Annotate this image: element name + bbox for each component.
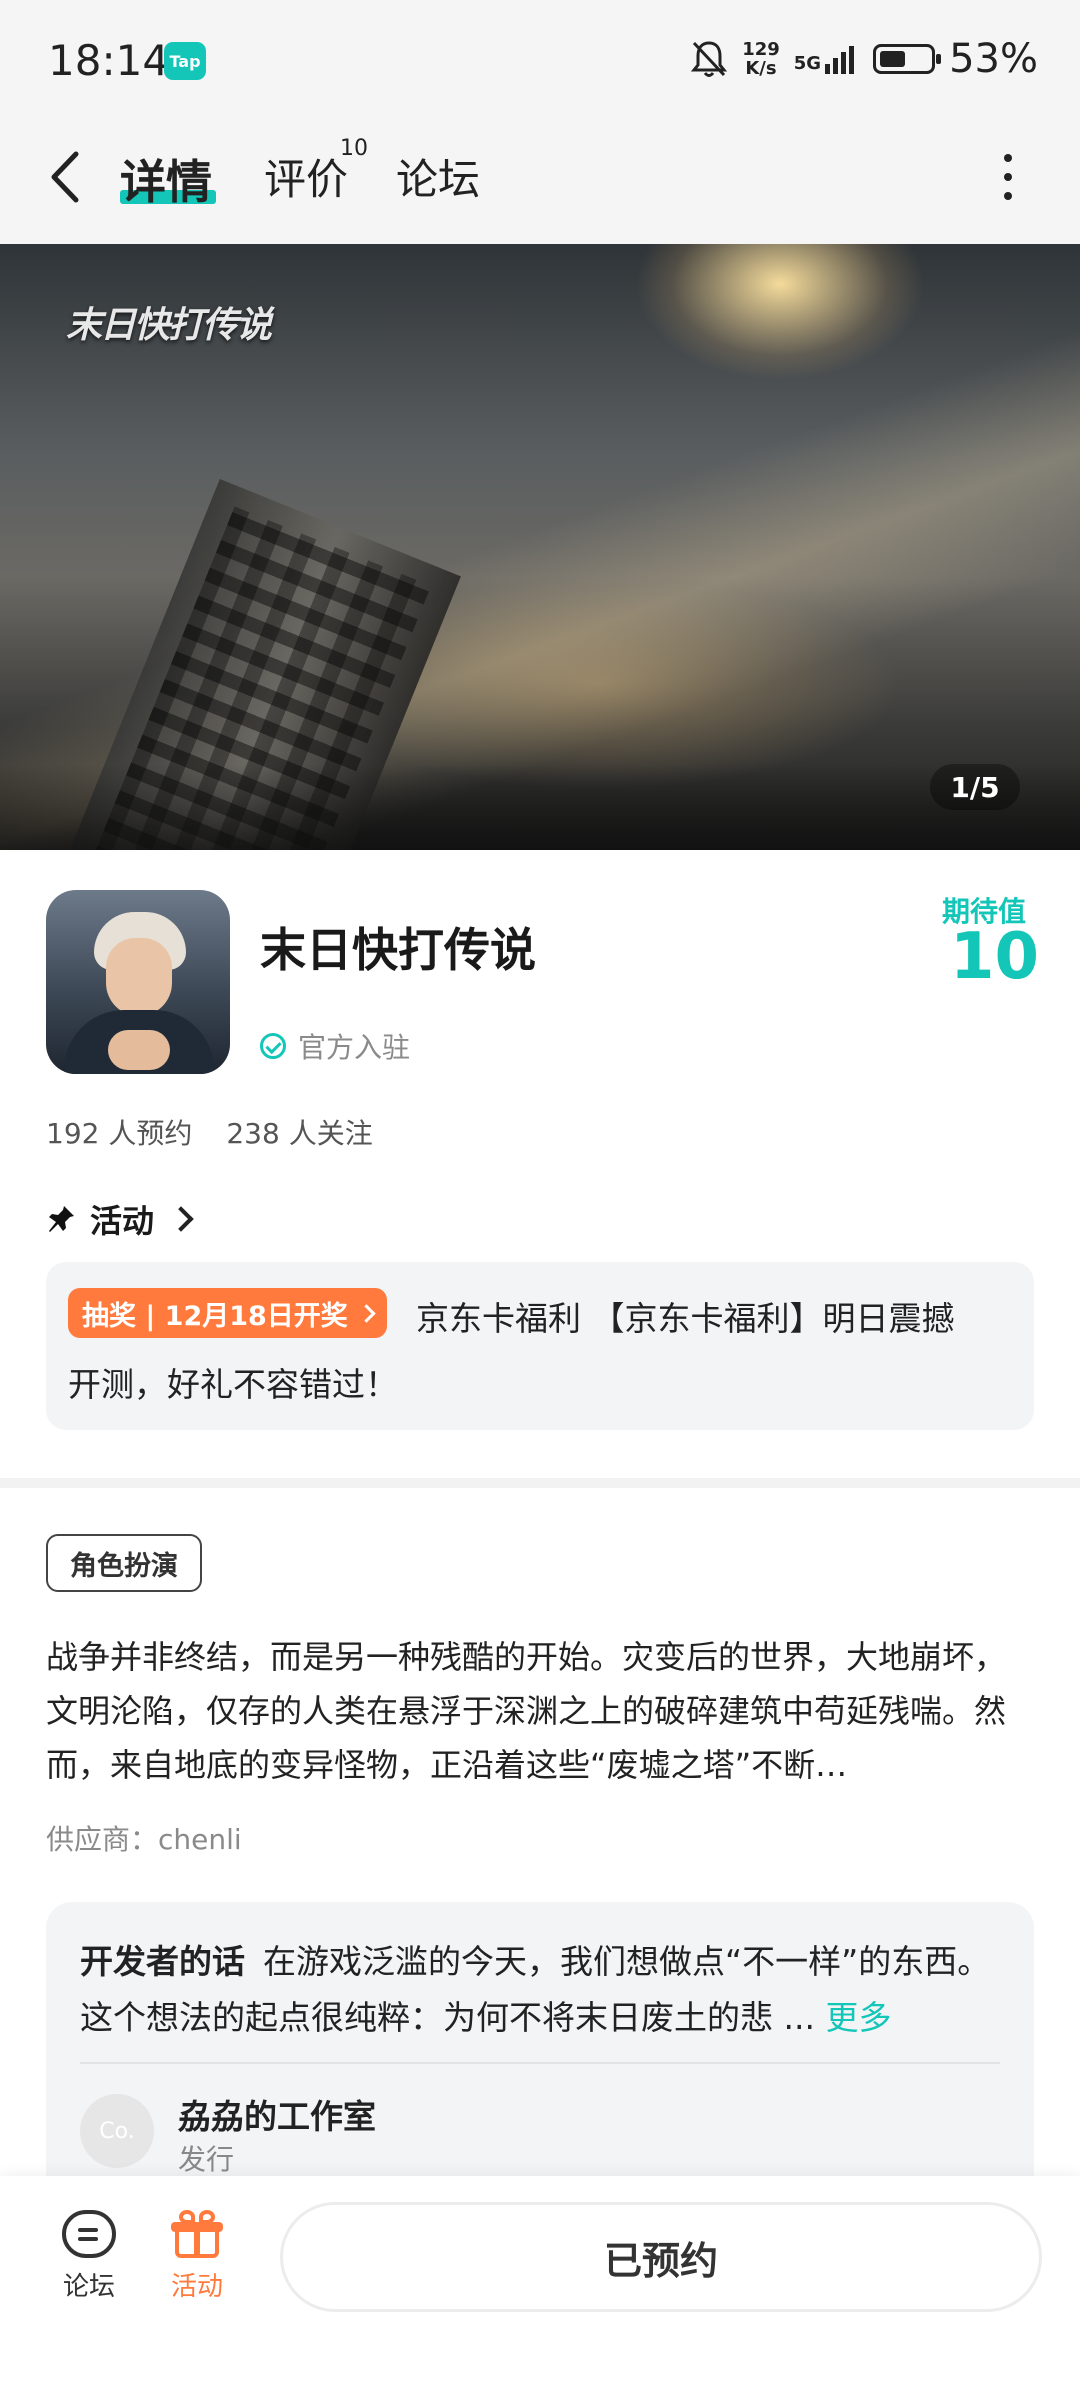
activity-text-line1: 京东卡福利 【京东卡福利】明日震撼 [416, 1299, 955, 1338]
reservation-count: 192 人预约 [46, 1117, 193, 1150]
provider-label: 供应商：chenli [46, 1823, 242, 1856]
studio-name[interactable]: 劦劦的工作室 [178, 2090, 376, 2138]
network-speed: 129 K/s [742, 39, 780, 79]
developer-words-label: 开发者的话 [80, 1942, 245, 1981]
expectation-value: 10 [950, 920, 1040, 994]
tab-details[interactable]: 详情 [120, 146, 212, 212]
studio-avatar[interactable]: Co. [80, 2094, 154, 2168]
lottery-badge[interactable]: 抽奖 | 12月18日开奖 [68, 1288, 387, 1338]
pin-icon [49, 1206, 74, 1232]
activity-heading: 活动 [90, 1202, 155, 1240]
status-time: 18:14 [48, 36, 170, 85]
game-description[interactable]: 战争并非终结，而是另一种残酷的开始。灾变后的世界，大地崩坏，文明沦陷，仅存的人类… [46, 1630, 1036, 1792]
reserved-button[interactable]: 已预约 [280, 2202, 1042, 2312]
game-stats: 192 人预约 238 人关注 [46, 1112, 373, 1152]
tab-forum[interactable]: 论坛 [396, 146, 480, 207]
gift-icon [171, 2210, 223, 2258]
chevron-right-icon [357, 1303, 376, 1323]
follower-count: 238 人关注 [226, 1117, 373, 1150]
official-badge: 官方入驻 [260, 1026, 410, 1066]
banner-page-indicator: 1/5 [930, 764, 1020, 810]
verified-check-icon [260, 1033, 286, 1059]
battery-percent: 53% [949, 36, 1038, 82]
more-link[interactable]: 更多 [825, 1998, 891, 2037]
game-app-icon [46, 890, 230, 1074]
tab-reviews[interactable]: 评价 [264, 146, 348, 207]
taptap-app-badge-icon: Tap [164, 42, 206, 80]
signal-5g-icon: 5G [794, 44, 859, 74]
status-indicators: 129 K/s 5G 53% [690, 36, 1038, 82]
game-title: 末日快打传说 [260, 923, 536, 977]
chevron-right-icon [168, 1206, 194, 1232]
section-divider [0, 1478, 1080, 1488]
battery-icon [873, 44, 942, 74]
genre-tag[interactable]: 角色扮演 [46, 1534, 202, 1592]
game-logo: 末日快打传说 [66, 305, 272, 346]
back-arrow-icon[interactable] [46, 146, 86, 208]
developer-words: 开发者的话 在游戏泛滥的今天，我们想做点“不一样”的东西。这个想法的起点很纯粹：为… [80, 1934, 1010, 2046]
forum-chat-icon [62, 2210, 116, 2258]
forum-button[interactable]: 论坛 [44, 2210, 134, 2303]
developer-divider [80, 2062, 1000, 2064]
activity-header[interactable]: 活动 [46, 1196, 194, 1242]
reviews-count-badge: 10 [340, 136, 368, 161]
studio-role: 发行 [178, 2143, 235, 2176]
mute-bell-icon [691, 41, 728, 77]
more-options-icon[interactable] [996, 154, 1020, 200]
activity-button[interactable]: 活动 [152, 2210, 242, 2303]
activity-text-line2: 开测，好礼不容错过！ [68, 1365, 398, 1404]
